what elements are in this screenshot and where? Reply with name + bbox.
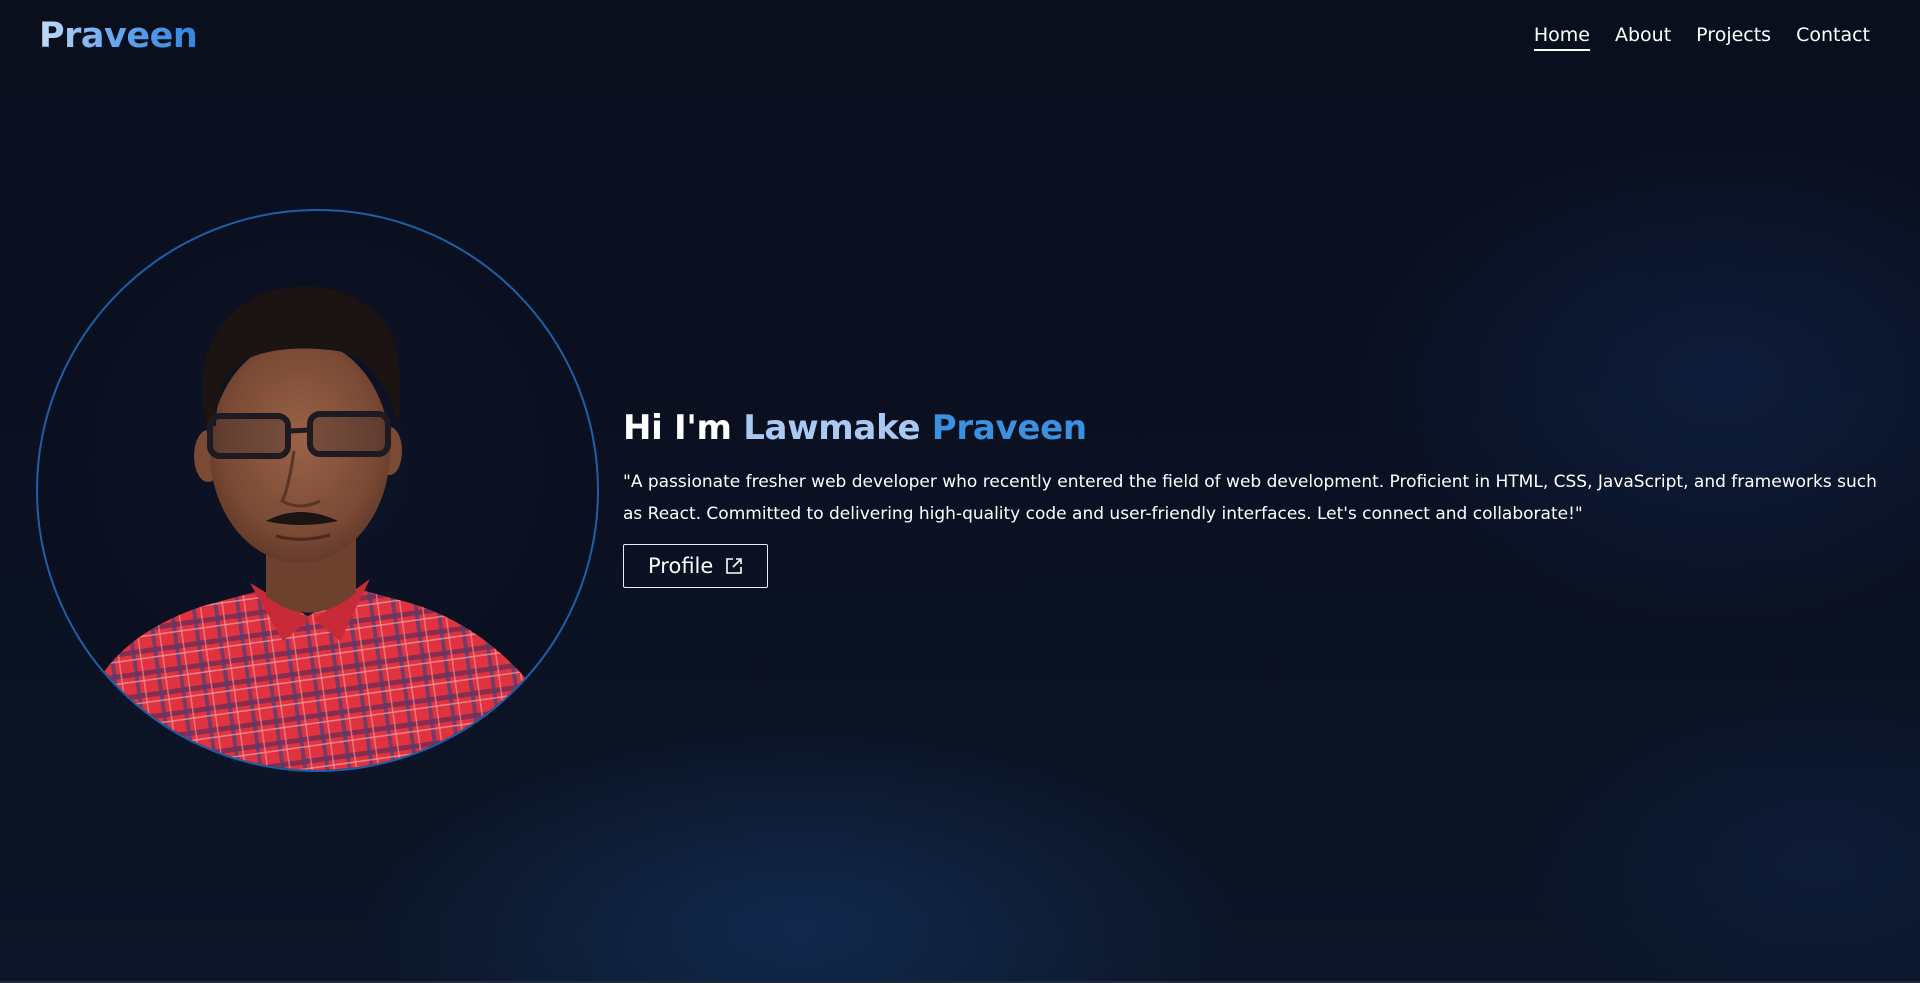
profile-button-label: Profile bbox=[648, 554, 714, 578]
nav-projects-link[interactable]: Projects bbox=[1696, 24, 1771, 51]
profile-photo-frame bbox=[36, 209, 599, 772]
main-nav: Home About Projects Contact bbox=[1533, 24, 1870, 51]
site-logo[interactable]: Praveen bbox=[39, 16, 198, 56]
hero-title: Hi I'm Lawmake Praveen bbox=[623, 404, 1893, 452]
hero-description: "A passionate fresher web developer who … bbox=[623, 472, 1877, 524]
nav-about-link[interactable]: About bbox=[1615, 24, 1671, 51]
nav-home-link[interactable]: Home bbox=[1533, 24, 1590, 51]
profile-button[interactable]: Profile bbox=[623, 544, 769, 588]
external-link-icon bbox=[726, 558, 743, 574]
hero-last-name: Praveen bbox=[931, 408, 1087, 448]
profile-photo bbox=[98, 286, 538, 770]
hero-section: Hi I'm Lawmake Praveen "A passionate fre… bbox=[623, 404, 1893, 588]
hero-greeting: Hi I'm bbox=[623, 408, 732, 448]
hero-first-name: Lawmake bbox=[743, 408, 921, 448]
nav-contact-link[interactable]: Contact bbox=[1796, 24, 1870, 51]
